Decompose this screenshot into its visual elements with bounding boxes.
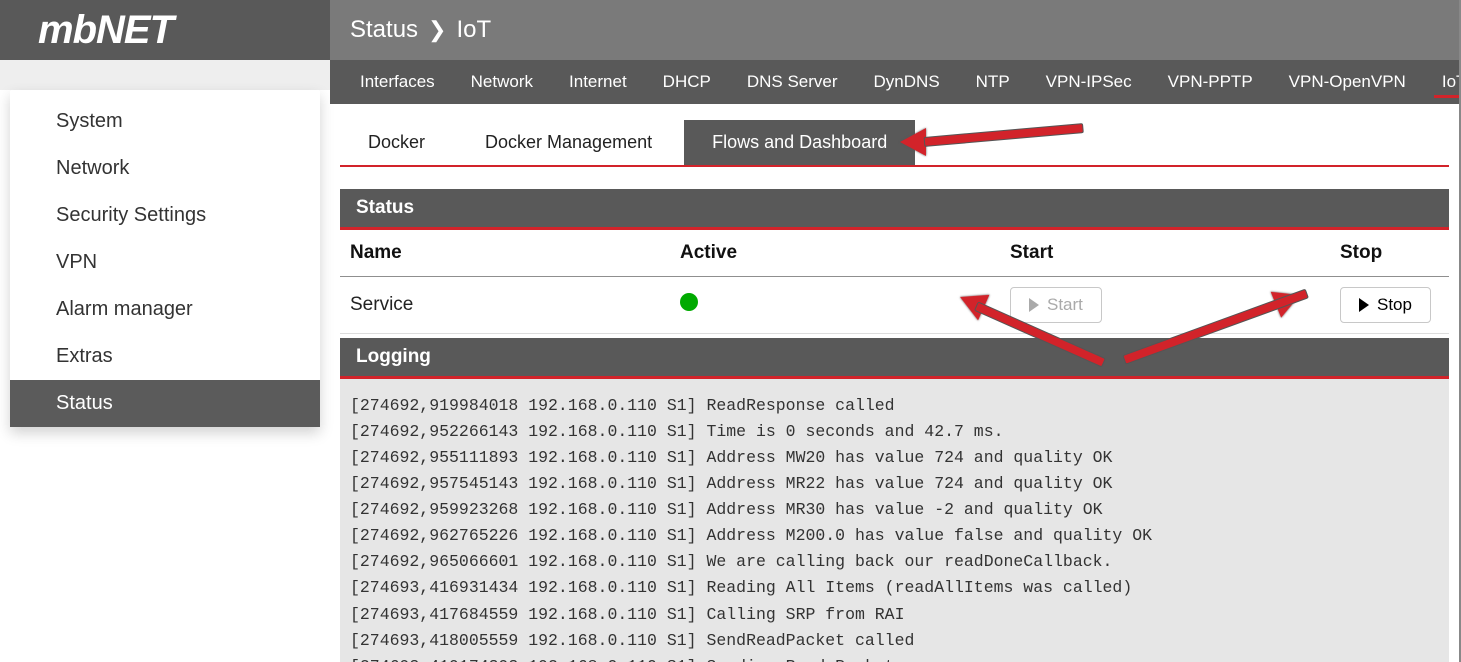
topnav-network[interactable]: Network xyxy=(453,62,551,102)
service-stop-cell: Stop xyxy=(1330,277,1449,334)
subtab-flows-and-dashboard[interactable]: Flows and Dashboard xyxy=(684,120,915,165)
topnav-internet[interactable]: Internet xyxy=(551,62,645,102)
breadcrumb: Status ❯ IoT xyxy=(330,0,1459,60)
sidebar-item-system[interactable]: System xyxy=(10,98,320,145)
service-active-cell xyxy=(670,277,1000,334)
annotation-arrow xyxy=(900,126,1100,156)
status-panel-title: Status xyxy=(340,189,1449,230)
log-output: [274692,919984018 192.168.0.110 S1] Read… xyxy=(340,379,1449,662)
sidebar-column: mbNET SystemNetworkSecurity SettingsVPNA… xyxy=(0,0,330,662)
sidebar-item-network[interactable]: Network xyxy=(10,145,320,192)
subtab-docker[interactable]: Docker xyxy=(340,120,453,165)
sidebar-item-status[interactable]: Status xyxy=(10,380,320,427)
stop-button-label: Stop xyxy=(1377,295,1412,315)
sidebar-item-security-settings[interactable]: Security Settings xyxy=(10,192,320,239)
breadcrumb-root[interactable]: Status xyxy=(350,16,418,44)
status-table: Name Active Start Stop Service xyxy=(340,230,1449,334)
topnav-dyndns[interactable]: DynDNS xyxy=(856,62,958,102)
product-logo: mbNET xyxy=(38,8,173,53)
play-icon xyxy=(1359,298,1369,312)
stop-button[interactable]: Stop xyxy=(1340,287,1431,323)
topnav-vpn-openvpn[interactable]: VPN-OpenVPN xyxy=(1271,62,1424,102)
status-panel: Status Name Active Start Stop Service xyxy=(340,189,1449,334)
status-row: Service Start xyxy=(340,277,1449,334)
sidebar-item-vpn[interactable]: VPN xyxy=(10,239,320,286)
topnav-interfaces[interactable]: Interfaces xyxy=(342,62,453,102)
sidebar-gap xyxy=(0,60,330,90)
top-nav: InterfacesNetworkInternetDHCPDNS ServerD… xyxy=(330,60,1459,104)
sidebar-item-extras[interactable]: Extras xyxy=(10,333,320,380)
topnav-dns-server[interactable]: DNS Server xyxy=(729,62,856,102)
col-start: Start xyxy=(1000,230,1330,277)
topnav-vpn-pptp[interactable]: VPN-PPTP xyxy=(1150,62,1271,102)
col-stop: Stop xyxy=(1330,230,1449,277)
logo-bar: mbNET xyxy=(0,0,330,60)
logging-panel: Logging [274692,919984018 192.168.0.110 … xyxy=(340,338,1449,662)
start-button[interactable]: Start xyxy=(1010,287,1102,323)
content-area: DockerDocker ManagementFlows and Dashboa… xyxy=(330,104,1459,662)
side-nav: SystemNetworkSecurity SettingsVPNAlarm m… xyxy=(10,90,320,427)
topnav-dhcp[interactable]: DHCP xyxy=(645,62,729,102)
topnav-ntp[interactable]: NTP xyxy=(958,62,1028,102)
chevron-right-icon: ❯ xyxy=(428,17,446,43)
service-name: Service xyxy=(340,277,670,334)
active-status-icon xyxy=(680,293,698,311)
main-column: Status ❯ IoT InterfacesNetworkInternetDH… xyxy=(330,0,1461,662)
start-button-label: Start xyxy=(1047,295,1083,315)
subtab-docker-management[interactable]: Docker Management xyxy=(457,120,680,165)
service-start-cell: Start xyxy=(1000,277,1330,334)
topnav-vpn-ipsec[interactable]: VPN-IPSec xyxy=(1028,62,1150,102)
play-icon xyxy=(1029,298,1039,312)
sub-tab-bar: DockerDocker ManagementFlows and Dashboa… xyxy=(340,120,1449,167)
logging-panel-title: Logging xyxy=(340,338,1449,379)
col-name: Name xyxy=(340,230,670,277)
sidebar-item-alarm-manager[interactable]: Alarm manager xyxy=(10,286,320,333)
breadcrumb-leaf: IoT xyxy=(456,16,491,44)
topnav-iot[interactable]: IoT xyxy=(1424,62,1459,102)
col-active: Active xyxy=(670,230,1000,277)
